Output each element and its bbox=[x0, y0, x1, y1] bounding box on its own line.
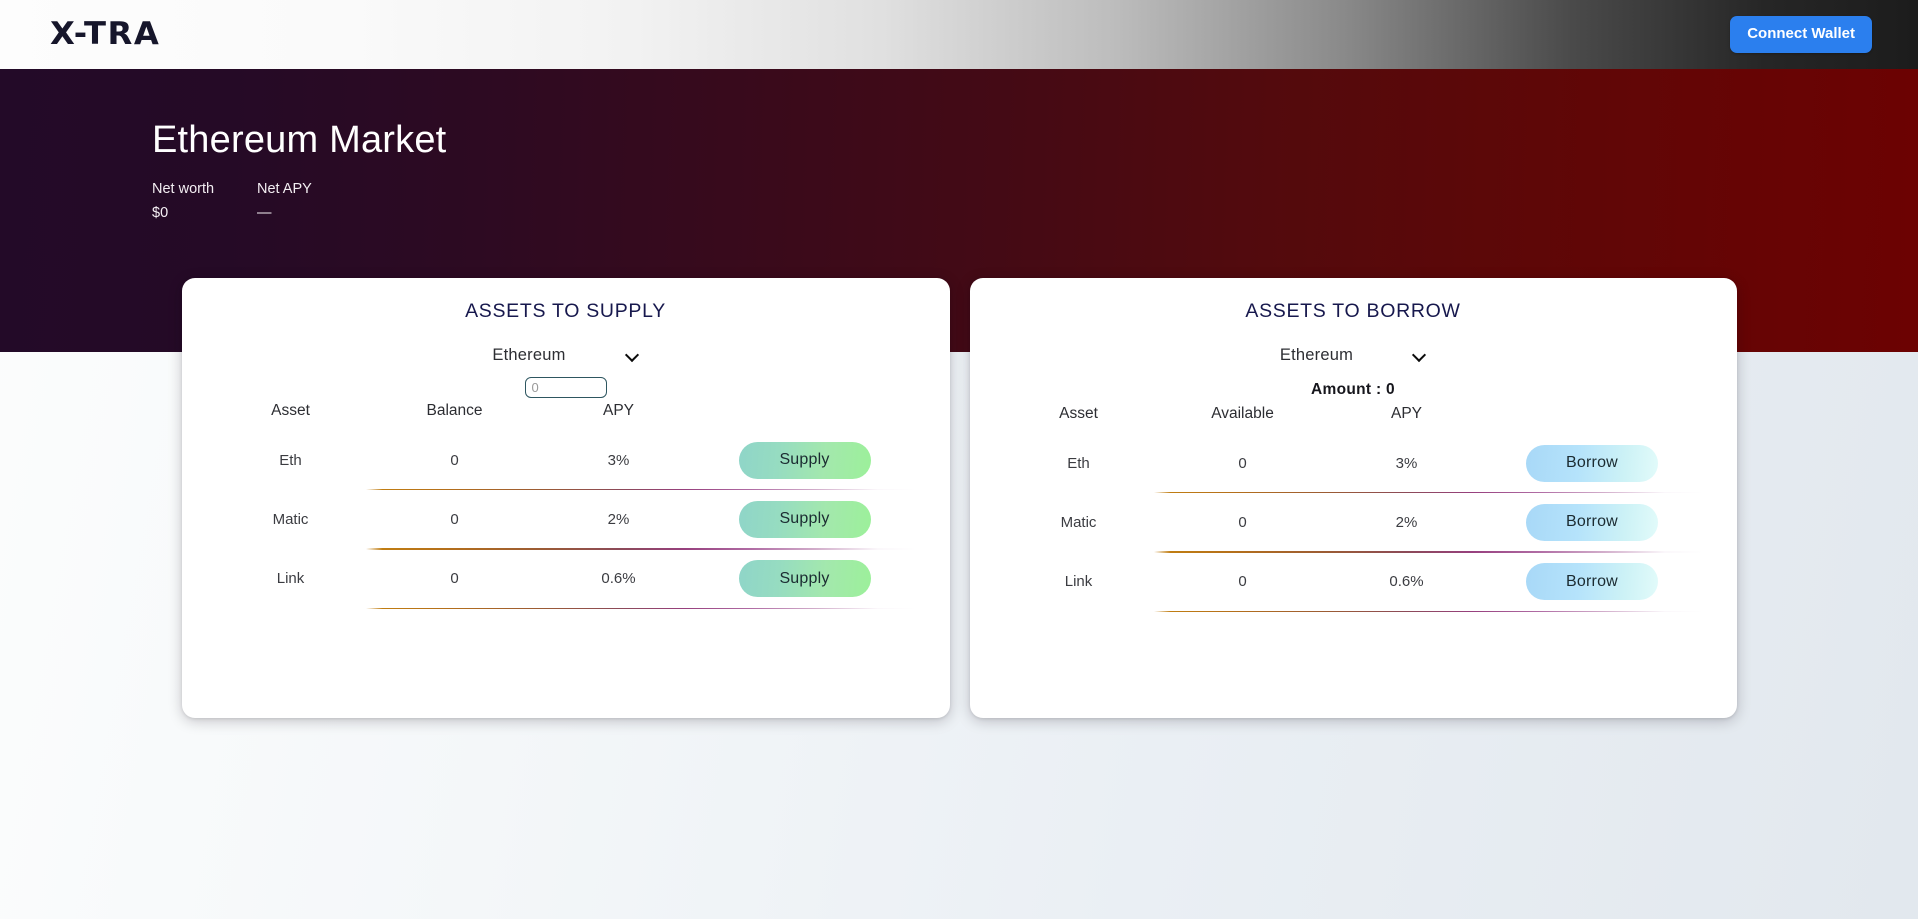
supply-network-select-row: Ethereum bbox=[216, 344, 916, 367]
divider-line bbox=[365, 607, 916, 610]
chevron-down-icon bbox=[1413, 349, 1426, 362]
supply-row-1-balance: 0 bbox=[450, 510, 459, 528]
supply-network-value: Ethereum bbox=[492, 346, 566, 364]
row-divider bbox=[1004, 610, 1703, 613]
stat-net-worth: Net worth $0 bbox=[152, 179, 257, 224]
borrow-table-header-row: Asset Available APY bbox=[1004, 405, 1703, 434]
stat-net-worth-value: $0 bbox=[152, 204, 169, 221]
borrow-network-select-row: Ethereum bbox=[1004, 344, 1703, 367]
supply-amount-input[interactable] bbox=[524, 377, 607, 398]
borrow-button-eth[interactable]: Borrow bbox=[1526, 444, 1658, 482]
supply-row-0-asset: Eth bbox=[279, 451, 302, 469]
table-row: Eth 0 3% Borrow bbox=[1004, 434, 1703, 492]
app-logo: X-TRA bbox=[50, 16, 161, 52]
borrow-col-apy: APY bbox=[1390, 405, 1422, 422]
connect-wallet-button[interactable]: Connect Wallet bbox=[1730, 16, 1872, 53]
divider-spacer bbox=[1004, 611, 1154, 612]
chevron-down-icon bbox=[626, 349, 639, 362]
supply-col-apy: APY bbox=[602, 402, 634, 419]
supply-button-link[interactable]: Supply bbox=[738, 560, 871, 598]
borrow-network-value: Ethereum bbox=[1279, 346, 1354, 364]
supply-row-0-balance: 0 bbox=[450, 451, 459, 469]
stat-net-apy-label: Net APY bbox=[257, 180, 312, 197]
table-row: Link 0 0.6% Borrow bbox=[1004, 553, 1703, 611]
supply-table-header-row: Asset Balance APY bbox=[216, 402, 916, 431]
borrow-row-1-action-cell: Borrow bbox=[1482, 493, 1703, 551]
app-header: X-TRA Connect Wallet bbox=[0, 0, 1918, 69]
stat-net-worth-label: Net worth bbox=[152, 180, 215, 197]
supply-network-select[interactable]: Ethereum bbox=[490, 344, 640, 367]
stat-net-apy: Net APY — bbox=[257, 179, 362, 224]
table-row: Link 0 0.6% Supply bbox=[216, 550, 916, 608]
page-title: Ethereum Market bbox=[152, 119, 447, 161]
markets-container: ASSETS TO SUPPLY Ethereum Asset Balance … bbox=[0, 278, 1918, 718]
borrow-row-0-available: 0 bbox=[1238, 454, 1247, 472]
assets-to-supply-card: ASSETS TO SUPPLY Ethereum Asset Balance … bbox=[181, 278, 950, 718]
borrow-row-2-available: 0 bbox=[1238, 573, 1247, 591]
table-row: Matic 0 2% Supply bbox=[216, 490, 916, 548]
borrow-row-2-action-cell: Borrow bbox=[1482, 553, 1703, 611]
row-divider bbox=[216, 607, 916, 610]
divider-spacer bbox=[216, 608, 366, 609]
supply-row-2-asset: Link bbox=[276, 570, 305, 588]
supply-col-action bbox=[694, 402, 916, 431]
divider-line bbox=[1153, 610, 1703, 613]
borrow-card-title: ASSETS TO BORROW bbox=[1245, 300, 1461, 322]
supply-table: Asset Balance APY Eth 0 3% Supply Matic … bbox=[216, 402, 916, 610]
borrow-row-1-available: 0 bbox=[1238, 513, 1247, 531]
supply-row-0-apy: 3% bbox=[607, 451, 630, 469]
borrow-col-action bbox=[1482, 405, 1703, 434]
supply-col-balance: Balance bbox=[426, 402, 483, 419]
supply-card-title: ASSETS TO SUPPLY bbox=[465, 300, 666, 322]
borrow-row-0-apy: 3% bbox=[1395, 454, 1418, 472]
stat-net-apy-value: — bbox=[257, 204, 272, 221]
table-row: Matic 0 2% Borrow bbox=[1004, 493, 1703, 551]
hero-stats: Net worth $0 Net APY — bbox=[152, 179, 1918, 224]
supply-row-2-balance: 0 bbox=[450, 570, 459, 588]
supply-row-1-action-cell: Supply bbox=[694, 490, 916, 548]
borrow-row-0-asset: Eth bbox=[1067, 454, 1090, 472]
divider-cell bbox=[365, 607, 916, 610]
supply-button-matic[interactable]: Supply bbox=[738, 500, 871, 538]
borrow-row-2-asset: Link bbox=[1064, 573, 1093, 591]
borrow-amount-text: Amount : 0 bbox=[1311, 381, 1395, 398]
supply-row-1-asset: Matic bbox=[272, 510, 309, 528]
table-row: Eth 0 3% Supply bbox=[216, 431, 916, 489]
borrow-row-1-asset: Matic bbox=[1060, 513, 1097, 531]
supply-row-2-apy: 0.6% bbox=[601, 570, 636, 588]
assets-to-borrow-card: ASSETS TO BORROW Ethereum Amount : 0 Ass… bbox=[969, 278, 1737, 718]
borrow-col-available: Available bbox=[1211, 405, 1274, 422]
borrow-col-asset: Asset bbox=[1059, 405, 1098, 422]
borrow-row-1-apy: 2% bbox=[1395, 513, 1418, 531]
borrow-row-0-action-cell: Borrow bbox=[1482, 434, 1703, 492]
supply-row-2-action-cell: Supply bbox=[694, 550, 916, 608]
borrow-network-select[interactable]: Ethereum bbox=[1278, 344, 1428, 367]
supply-row-0-action-cell: Supply bbox=[694, 431, 916, 489]
supply-row-1-apy: 2% bbox=[607, 510, 630, 528]
borrow-row-2-apy: 0.6% bbox=[1389, 573, 1424, 591]
borrow-button-matic[interactable]: Borrow bbox=[1526, 503, 1658, 541]
borrow-table: Asset Available APY Eth 0 3% Borrow Mati… bbox=[1004, 405, 1703, 613]
supply-amount-row bbox=[216, 377, 916, 398]
supply-button-eth[interactable]: Supply bbox=[738, 441, 871, 479]
borrow-button-link[interactable]: Borrow bbox=[1526, 563, 1658, 601]
divider-cell bbox=[1153, 610, 1703, 613]
supply-col-asset: Asset bbox=[271, 402, 310, 419]
